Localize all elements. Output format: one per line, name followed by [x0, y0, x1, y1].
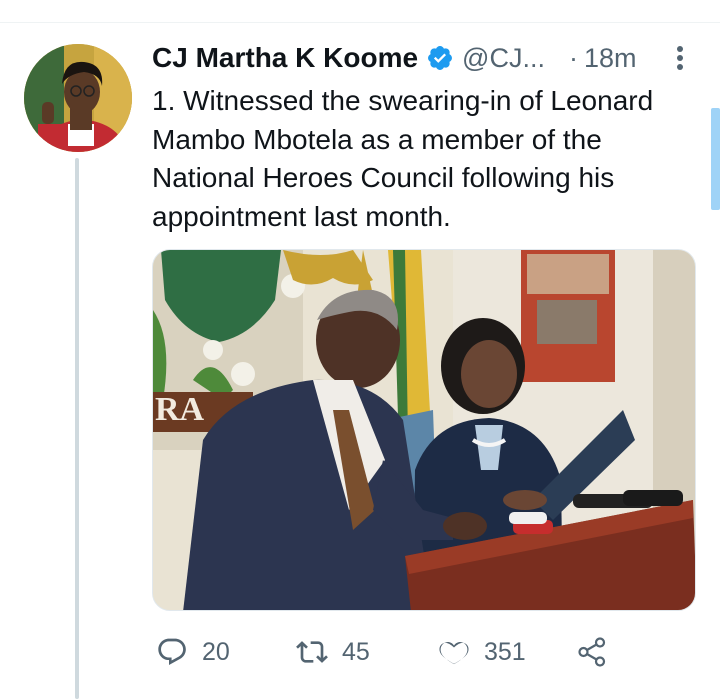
share-button[interactable]	[576, 630, 608, 674]
author-name[interactable]: CJ Martha K Koome	[152, 42, 418, 74]
retweet-button[interactable]: 45	[296, 630, 370, 674]
thread-line	[75, 158, 79, 699]
tweet-header: CJ Martha K Koome @CJ... · 18m	[152, 40, 692, 76]
author-handle[interactable]: @CJ...	[462, 43, 545, 74]
retweet-count: 45	[342, 637, 370, 666]
like-icon	[439, 641, 469, 665]
reply-count: 20	[202, 637, 230, 666]
sign-text: RA	[155, 391, 205, 428]
verified-badge-icon	[426, 44, 454, 72]
like-count: 351	[484, 637, 526, 666]
reply-icon	[158, 638, 186, 665]
action-bar: 20 45 351	[152, 630, 632, 674]
tweet-photo[interactable]: RA	[152, 249, 696, 611]
retweet-icon	[296, 641, 328, 663]
timestamp[interactable]: 18m	[584, 43, 637, 74]
more-options-icon[interactable]	[675, 44, 685, 72]
reply-button[interactable]: 20	[156, 630, 230, 674]
top-divider	[0, 22, 720, 23]
scroll-indicator[interactable]	[711, 108, 720, 210]
tweet-text: 1. Witnessed the swearing-in of Leonard …	[152, 85, 654, 232]
separator-dot: ·	[568, 42, 578, 73]
share-icon	[578, 637, 606, 667]
like-button[interactable]: 351	[438, 630, 526, 674]
avatar[interactable]	[24, 44, 132, 152]
